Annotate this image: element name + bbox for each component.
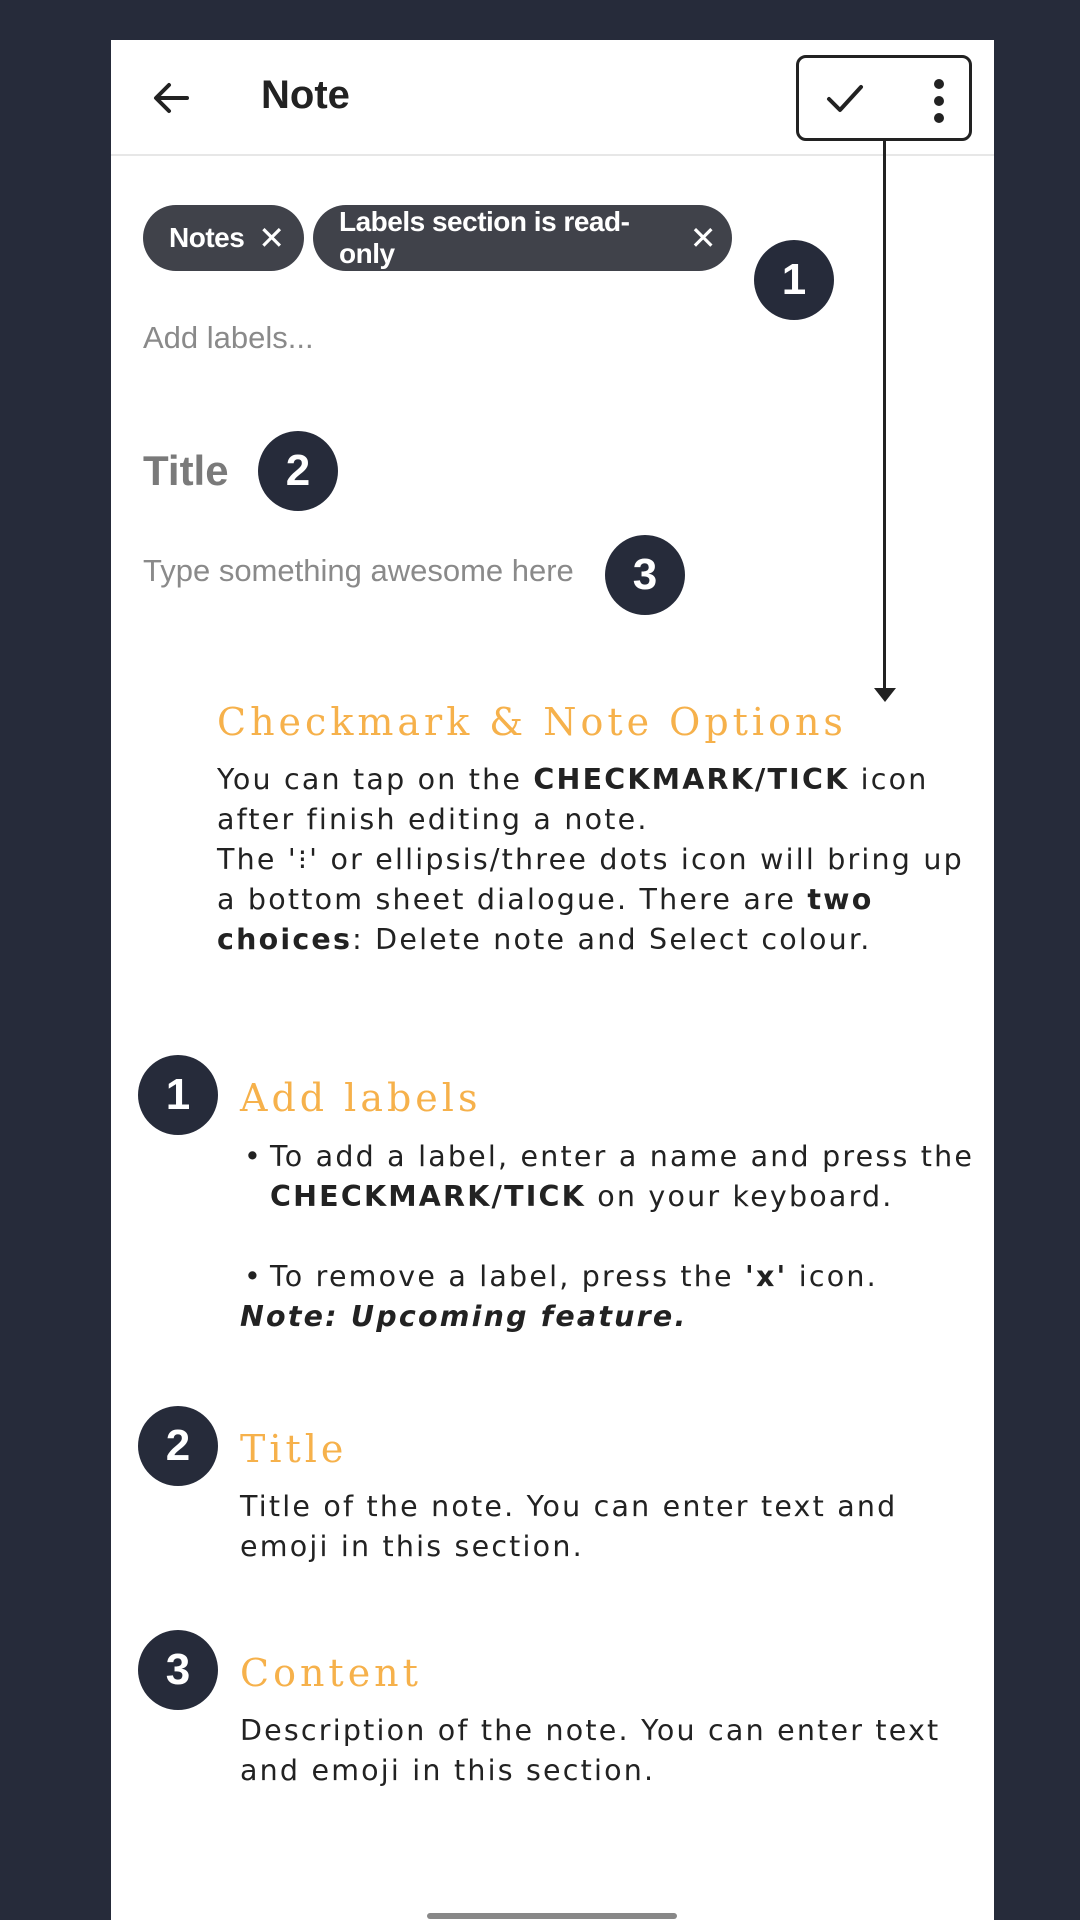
- label-chip-text: Labels section is read-only: [339, 206, 630, 269]
- guide-badge-2: 2: [138, 1406, 218, 1486]
- labels-heading: Add labels: [240, 1076, 482, 1120]
- close-icon[interactable]: ✕: [258, 222, 285, 254]
- home-indicator[interactable]: [427, 1913, 677, 1919]
- arrow-left-icon: [154, 83, 189, 113]
- label-chip[interactable]: Notes ✕: [143, 205, 304, 271]
- more-options-button[interactable]: [924, 76, 954, 126]
- check-icon: [827, 85, 863, 112]
- close-icon[interactable]: ✕: [690, 222, 717, 254]
- callout-arrow-head: [874, 688, 896, 702]
- phone-screen: Note Notes ✕ Labels section is read-only…: [111, 40, 994, 1920]
- label-chip-text: Notes: [169, 222, 245, 253]
- callout-badge-2: 2: [258, 431, 338, 511]
- content-heading: Content: [240, 1651, 422, 1695]
- add-labels-input[interactable]: Add labels...: [143, 320, 314, 356]
- callout-badge-1: 1: [754, 240, 834, 320]
- back-button[interactable]: [147, 74, 195, 122]
- content-input[interactable]: Type something awesome here: [143, 553, 574, 589]
- labels-note: Note: Upcoming feature.: [240, 1300, 688, 1333]
- title-heading: Title: [240, 1427, 348, 1471]
- list-item: To add a label, enter a name and press t…: [240, 1137, 980, 1217]
- label-chip[interactable]: Labels section is read-only ✕: [313, 205, 732, 271]
- labels-description: To add a label, enter a name and press t…: [240, 1137, 980, 1337]
- page-title: Note: [261, 73, 350, 117]
- guide-badge-3: 3: [138, 1630, 218, 1710]
- content-description: Description of the note. You can enter t…: [240, 1714, 941, 1787]
- guide-badge-1: 1: [138, 1055, 218, 1135]
- more-vertical-icon: [934, 79, 944, 123]
- callout-badge-3: 3: [605, 535, 685, 615]
- options-description: You can tap on the CHECKMARK/TICK icon a…: [217, 763, 964, 956]
- callout-arrow-line: [883, 141, 886, 691]
- title-input[interactable]: Title: [143, 447, 229, 495]
- title-description: Title of the note. You can enter text an…: [240, 1490, 898, 1563]
- list-item: To remove a label, press the 'x' icon.: [240, 1257, 980, 1297]
- save-check-button[interactable]: [817, 70, 873, 126]
- options-heading: Checkmark & Note Options: [217, 700, 847, 744]
